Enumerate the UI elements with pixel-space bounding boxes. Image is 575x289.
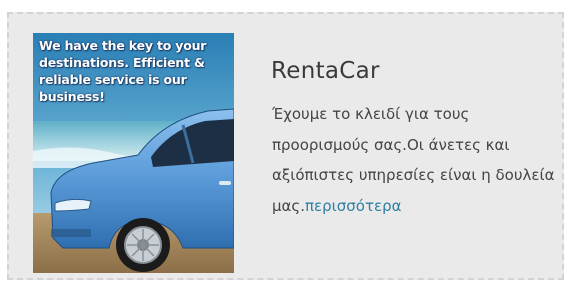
rentacar-promo-image[interactable]: We have the key to your destinations. Ef… [33, 33, 234, 273]
card-description: Έχουμε το κλειδί για τους προορισμούς σα… [272, 99, 562, 221]
rentacar-card: We have the key to your destinations. Ef… [7, 12, 564, 280]
more-link[interactable]: περισσότερα [305, 197, 401, 215]
promo-slogan: We have the key to your destinations. Ef… [39, 38, 207, 104]
card-title: RentaCar [271, 58, 380, 84]
